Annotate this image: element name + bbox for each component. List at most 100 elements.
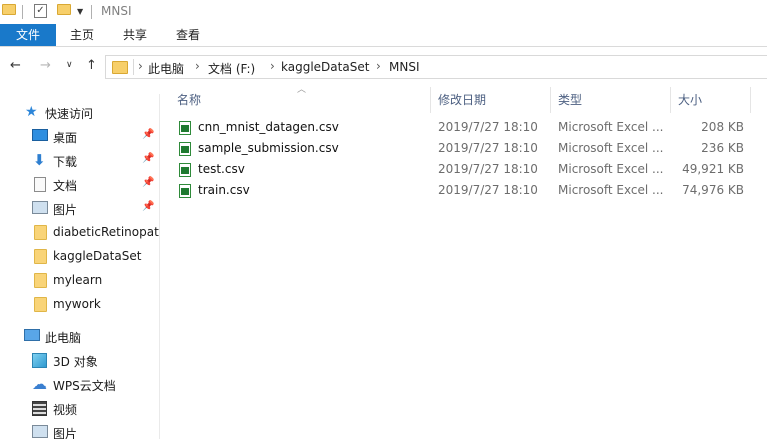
file-row[interactable]: cnn_mnist_datagen.csv 2019/7/27 18:10 Mi… [161, 118, 767, 139]
3d-objects-icon [32, 353, 47, 368]
pin-icon: 📌 [142, 129, 155, 140]
file-row[interactable]: sample_submission.csv 2019/7/27 18:10 Mi… [161, 139, 767, 160]
title-bar: ✓ ▼ MNSI [0, 0, 767, 24]
folder-icon [34, 249, 47, 264]
forward-arrow-icon[interactable]: → [40, 58, 51, 73]
column-header-date[interactable]: 修改日期 [438, 87, 486, 113]
sidebar-item-downloads[interactable]: ⬇ 下载 📌 [0, 150, 160, 172]
excel-csv-icon [179, 163, 191, 177]
excel-csv-icon [179, 184, 191, 198]
tab-home[interactable]: 主页 [63, 24, 101, 46]
sidebar-item-documents[interactable]: 文档 📌 [0, 174, 160, 196]
file-row[interactable]: test.csv 2019/7/27 18:10 Microsoft Excel… [161, 160, 767, 181]
file-date: 2019/7/27 18:10 [438, 183, 538, 197]
back-arrow-icon[interactable]: ← [10, 58, 21, 73]
toolbar-separator [22, 5, 23, 19]
computer-icon [24, 329, 40, 341]
file-type: Microsoft Excel ... [558, 162, 664, 176]
sidebar-item-kaggledataset[interactable]: kaggleDataSet [0, 246, 160, 268]
file-type: Microsoft Excel ... [558, 120, 664, 134]
folder-icon [2, 4, 16, 15]
sidebar-item-label: 视频 [53, 403, 78, 417]
folder-icon [34, 225, 47, 240]
file-list: ︿ 名称 修改日期 类型 大小 cnn_mnist_datagen.csv 20… [161, 82, 767, 439]
breadcrumb-kaggledataset[interactable]: kaggleDataSet [281, 60, 369, 74]
excel-csv-icon [179, 121, 191, 135]
chevron-right-icon[interactable]: › [270, 59, 275, 73]
sidebar-item-diabeticretinopat[interactable]: diabeticRetinopat [0, 222, 160, 244]
tab-share[interactable]: 共享 [116, 24, 154, 46]
sidebar-item-label: 3D 对象 [53, 355, 98, 369]
column-divider[interactable] [430, 87, 431, 113]
picture-icon [32, 201, 48, 214]
file-name: train.csv [198, 183, 250, 197]
window-title: MNSI [101, 4, 132, 18]
sidebar-item-label: 图片 [53, 203, 78, 217]
column-header-type[interactable]: 类型 [558, 87, 582, 113]
sidebar-item-mylearn[interactable]: mylearn [0, 270, 160, 292]
folder-icon [34, 297, 47, 312]
chevron-right-icon[interactable]: › [138, 59, 143, 73]
column-header-name[interactable]: 名称 [177, 87, 201, 113]
navigation-bar: ← → ∨ ↑ › 此电脑 › 文档 (F:) › kaggleDataSet … [0, 52, 767, 82]
video-icon [32, 401, 47, 416]
star-icon: ★ [25, 104, 38, 120]
sidebar-item-mywork[interactable]: mywork [0, 294, 160, 316]
breadcrumb-drive-f[interactable]: 文档 (F:) [208, 60, 255, 77]
folder-icon [34, 273, 47, 288]
ribbon-tabs: 文件 主页 共享 查看 [0, 24, 767, 47]
recent-locations-chevron-icon[interactable]: ∨ [66, 60, 73, 70]
excel-csv-icon [179, 142, 191, 156]
pin-icon: 📌 [142, 153, 155, 164]
file-name: sample_submission.csv [198, 141, 339, 155]
sidebar-item-label: diabeticRetinopat [53, 225, 159, 239]
column-divider[interactable] [550, 87, 551, 113]
new-folder-icon[interactable] [57, 4, 71, 15]
picture-icon [32, 425, 48, 438]
sidebar-item-this-pc[interactable]: 此电脑 [0, 326, 160, 348]
column-divider[interactable] [670, 87, 671, 113]
customize-toolbar-dropdown-icon[interactable]: ▼ [77, 8, 84, 16]
tab-view[interactable]: 查看 [169, 24, 207, 46]
pin-icon: 📌 [142, 201, 155, 212]
column-divider[interactable] [750, 87, 751, 113]
document-icon [34, 177, 46, 192]
chevron-right-icon[interactable]: › [376, 59, 381, 73]
up-arrow-icon[interactable]: ↑ [86, 58, 97, 73]
chevron-right-icon[interactable]: › [195, 59, 200, 73]
file-size: 74,976 KB [682, 183, 744, 197]
file-name: cnn_mnist_datagen.csv [198, 120, 339, 134]
pin-icon: 📌 [142, 177, 155, 188]
desktop-icon [32, 129, 48, 141]
sidebar-item-label: 下载 [53, 155, 78, 169]
sidebar-item-videos[interactable]: 视频 [0, 398, 160, 420]
sidebar-item-desktop[interactable]: 桌面 📌 [0, 126, 160, 148]
cloud-icon: ☁ [32, 375, 47, 393]
sidebar-item-wps-cloud[interactable]: ☁ WPS云文档 [0, 374, 160, 396]
properties-icon[interactable]: ✓ [34, 4, 47, 18]
breadcrumb-mnsi[interactable]: MNSI [389, 60, 420, 74]
sidebar-item-pictures[interactable]: 图片 📌 [0, 198, 160, 220]
sidebar-item-3d-objects[interactable]: 3D 对象 [0, 350, 160, 372]
tab-file[interactable]: 文件 [0, 24, 56, 46]
file-type: Microsoft Excel ... [558, 141, 664, 155]
file-size: 49,921 KB [682, 162, 744, 176]
address-separator [133, 59, 134, 75]
breadcrumb-this-pc[interactable]: 此电脑 [148, 60, 184, 77]
sidebar-item-quick-access[interactable]: ★ 快速访问 [0, 102, 160, 124]
sidebar-item-label: 文档 [53, 179, 78, 193]
sidebar-item-label: mywork [53, 297, 101, 311]
sidebar-item-label: 此电脑 [45, 331, 82, 345]
sidebar-item-label: mylearn [53, 273, 103, 287]
column-header-size[interactable]: 大小 [678, 87, 702, 113]
download-icon: ⬇ [33, 151, 46, 169]
folder-icon [112, 61, 128, 74]
sidebar-item-label: 桌面 [53, 131, 78, 145]
address-bar[interactable]: › 此电脑 › 文档 (F:) › kaggleDataSet › MNSI [105, 55, 767, 79]
sidebar-item-label: WPS云文档 [53, 379, 116, 393]
sidebar-item-pc-pictures[interactable]: 图片 [0, 422, 160, 439]
file-row[interactable]: train.csv 2019/7/27 18:10 Microsoft Exce… [161, 181, 767, 202]
file-date: 2019/7/27 18:10 [438, 120, 538, 134]
sort-ascending-icon: ︿ [297, 85, 307, 95]
file-size: 236 KB [701, 141, 744, 155]
